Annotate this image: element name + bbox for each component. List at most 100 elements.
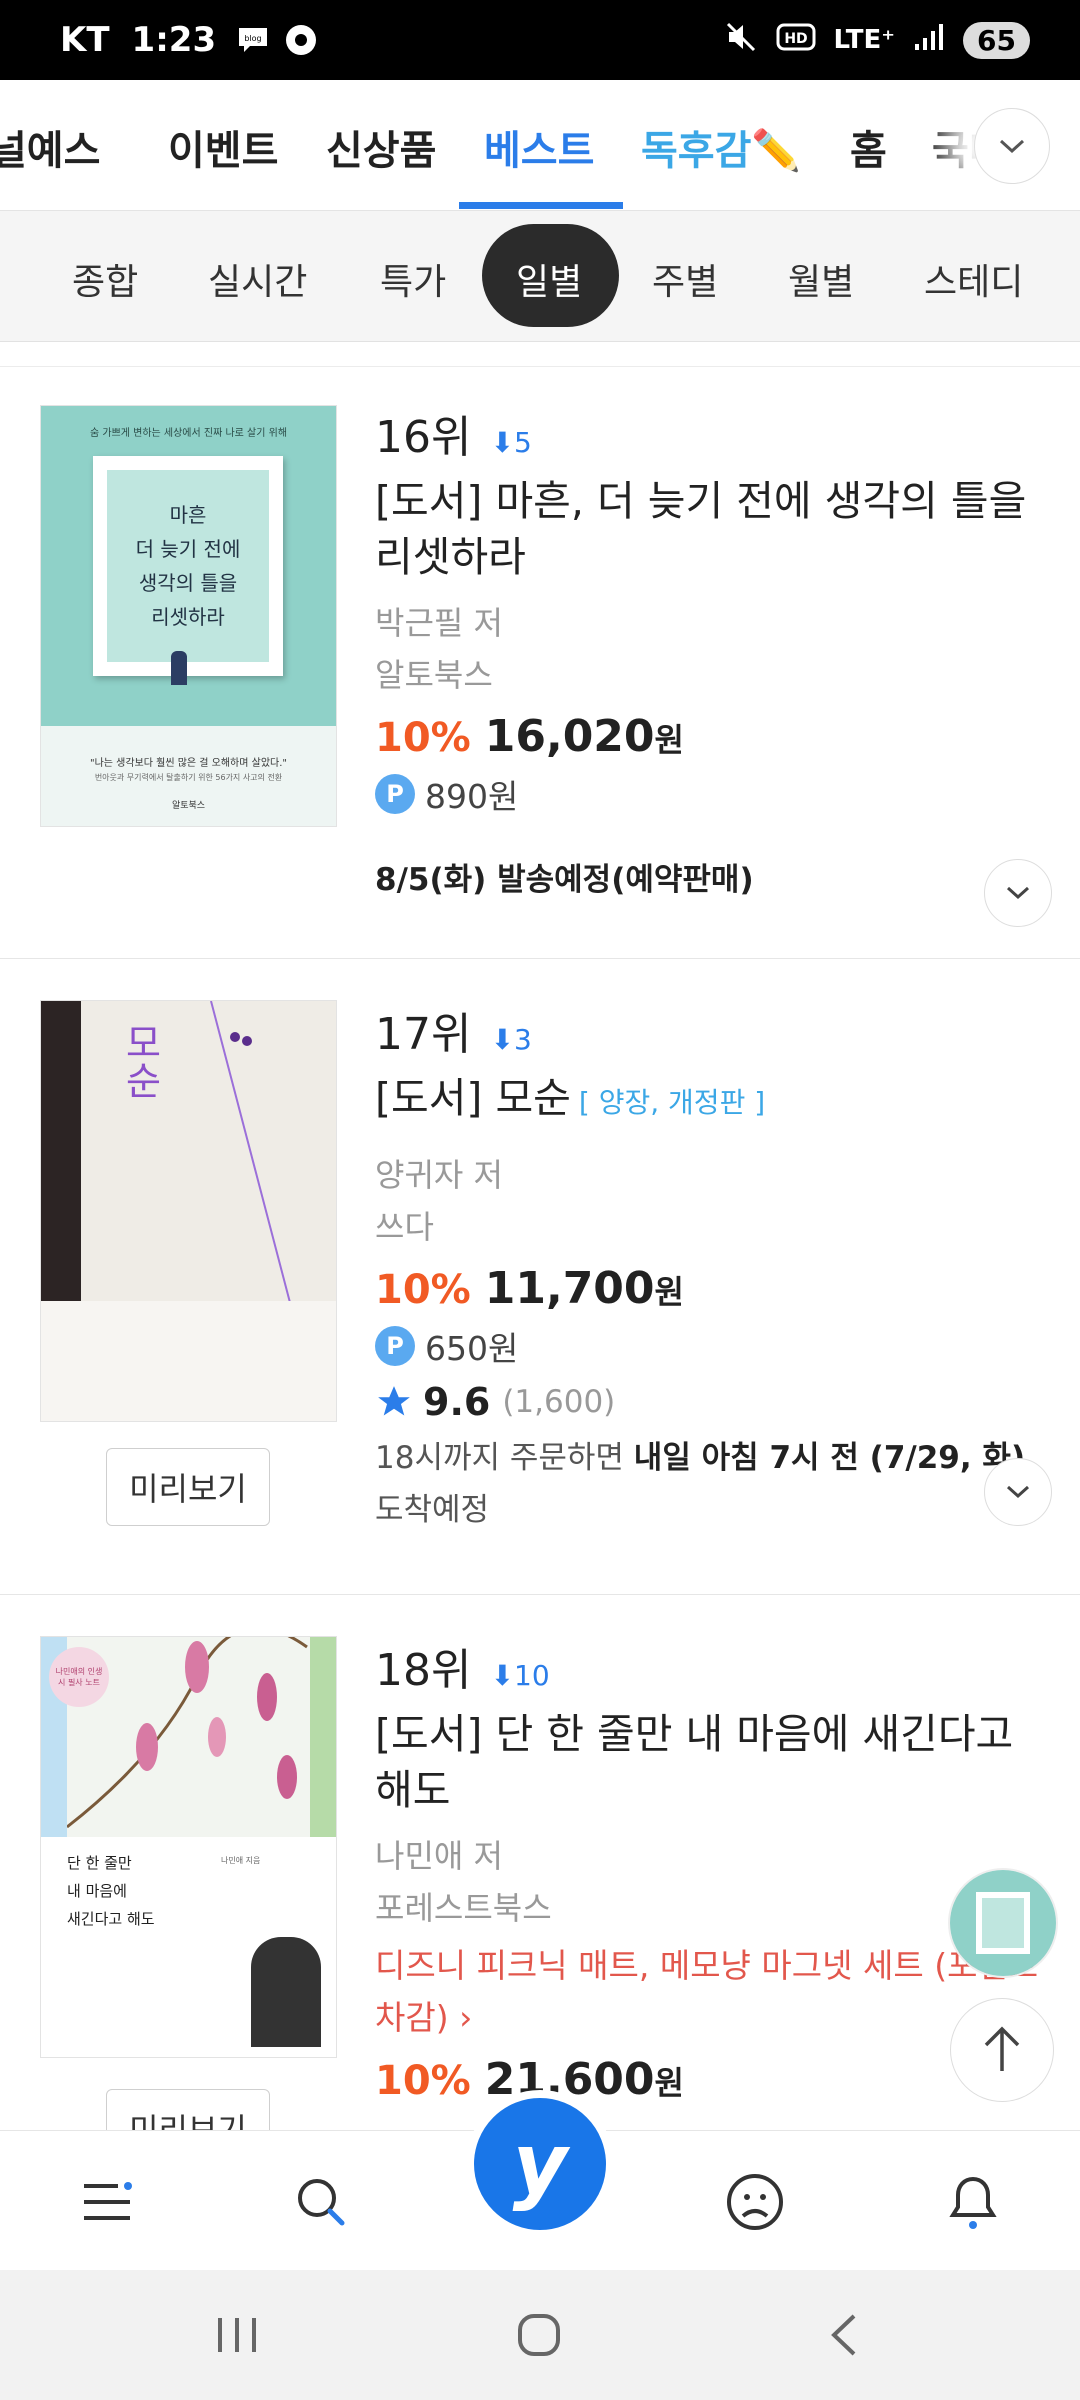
book-author[interactable]: 박근필 저 xyxy=(375,597,1040,649)
subtab-overall[interactable]: 종합 xyxy=(72,253,138,305)
cover-subtitle: 번아웃과 무기력에서 탈출하기 위한 56가지 사고의 전환 xyxy=(94,773,283,782)
bell-icon xyxy=(949,2176,997,2229)
menu-button[interactable] xyxy=(72,2167,142,2237)
book-title[interactable]: [도서] 단 한 줄만 내 마음에 새긴다고 해도 xyxy=(375,1706,1040,1818)
cover-title: 모순 xyxy=(118,1023,162,1099)
delivery-info: 18시까지 주문하면 내일 아침 7시 전 (7/29, 화) 도착예정 xyxy=(375,1440,1026,1528)
subtab-monthly[interactable]: 월별 xyxy=(788,253,854,305)
price-row: 10% 21,600 원 xyxy=(375,2054,1040,2105)
rank-label: 18위 xyxy=(375,1645,472,1696)
subtab-steady[interactable]: 스테디 xyxy=(924,253,1023,305)
tab-home[interactable]: 홈 xyxy=(850,118,887,176)
book-publisher[interactable]: 포레스트북스 xyxy=(375,1882,1040,1934)
cover-badge: 나민애의 인생 시 필사 노트 xyxy=(49,1647,109,1707)
back-button[interactable] xyxy=(820,2310,870,2364)
book-publisher[interactable]: 알토북스 xyxy=(375,649,1040,701)
points-row: P 890원 xyxy=(375,770,1040,818)
hd-icon: HD xyxy=(776,22,816,59)
promotion-link[interactable]: 디즈니 피크닉 매트, 메모냥 마그넷 세트 (포인트 차감) › xyxy=(375,1940,1040,2044)
recent-apps-icon xyxy=(218,2318,256,2352)
rank-row: 18위 ⬇10 xyxy=(375,1634,1040,1698)
book-publisher[interactable]: 쓰다 xyxy=(375,1201,1040,1253)
recent-view-thumbnail[interactable] xyxy=(948,1868,1058,1978)
cover-figure xyxy=(171,651,187,685)
rank-change-value: 10 xyxy=(514,1659,550,1692)
chevron-down-icon xyxy=(999,139,1025,154)
expand-details-button[interactable] xyxy=(984,859,1052,927)
cover-title-line: 생각의 틀을 xyxy=(138,571,238,595)
book-list-item[interactable]: 나민애의 인생 시 필사 노트 단 한 줄만 내 마음에 새긴다고 해도 나민애… xyxy=(0,1594,1080,2167)
subtab-realtime[interactable]: 실시간 xyxy=(208,253,307,305)
currency-unit: 원 xyxy=(654,2064,684,2102)
chevron-down-icon xyxy=(1006,1485,1030,1499)
discount-rate: 10% xyxy=(375,1267,471,1313)
currency-unit: 원 xyxy=(654,721,684,759)
arrow-down-icon: ⬇ xyxy=(490,1659,515,1692)
tab-new-products[interactable]: 신상품 xyxy=(326,118,436,176)
category-nav: 널예스 이벤트 신상품 베스트 독후감✏️ 홈 국내 xyxy=(0,80,1080,211)
book-author[interactable]: 나민애 저 xyxy=(375,1830,1040,1882)
chevron-down-icon xyxy=(1006,886,1030,900)
cover-author: 나민애 지음 xyxy=(221,1856,261,1865)
ranking-period-tabs: 종합 실시간 특가 일별 주별 월별 스테디 xyxy=(0,211,1080,342)
active-tab-indicator xyxy=(459,202,623,209)
star-icon xyxy=(378,1386,410,1416)
cover-tagline: 숨 가쁘게 변하는 세상에서 진짜 나로 살기 위해 xyxy=(89,428,288,439)
home-circle-icon xyxy=(518,2314,560,2356)
yes24-home-button[interactable]: y xyxy=(466,2090,614,2238)
book-author[interactable]: 양귀자 저 xyxy=(375,1149,1040,1201)
status-bar: KT 1:23 blog HD LTE⁺ 65 xyxy=(0,0,1080,80)
sale-price: 11,700 xyxy=(484,1263,655,1314)
cover-title-line: 마흔 xyxy=(169,503,207,527)
sale-price: 16,020 xyxy=(484,711,655,762)
tab-best[interactable]: 베스트 xyxy=(484,118,594,176)
arrow-up-icon xyxy=(984,2026,1020,2071)
points-row: P 650원 xyxy=(375,1322,1040,1370)
rating-score: 9.6 xyxy=(423,1380,491,1424)
rank-change: ⬇10 xyxy=(491,1659,550,1692)
preview-button[interactable]: 미리보기 xyxy=(106,1448,270,1526)
svg-text:HD: HD xyxy=(784,31,807,47)
mute-icon xyxy=(724,20,758,61)
book-title[interactable]: [도서] 모순[ 양장, 개정판 ] xyxy=(375,1070,1040,1131)
price-row: 10% 16,020 원 xyxy=(375,711,1040,762)
battery-indicator: 65 xyxy=(963,21,1030,59)
cover-portrait xyxy=(251,1937,321,2047)
rank-change: ⬇5 xyxy=(491,426,532,459)
book-cover[interactable]: 모순 xyxy=(40,1000,337,1422)
points-value: 650원 xyxy=(425,1329,519,1368)
notifications-button[interactable] xyxy=(938,2167,1008,2237)
tab-book-review[interactable]: 독후감✏️ xyxy=(641,118,801,176)
search-button[interactable] xyxy=(286,2167,356,2237)
book-title[interactable]: [도서] 마흔, 더 늦기 전에 생각의 틀을 리셋하라 xyxy=(375,473,1040,585)
book-cover[interactable]: 나민애의 인생 시 필사 노트 단 한 줄만 내 마음에 새긴다고 해도 나민애… xyxy=(40,1636,337,2058)
subtab-weekly[interactable]: 주별 xyxy=(652,253,718,305)
recent-apps-button[interactable] xyxy=(212,2310,262,2364)
book-list-item[interactable]: 숨 가쁘게 변하는 세상에서 진짜 나로 살기 위해 마흔 더 늦기 전에 생각… xyxy=(0,367,1080,959)
menu-icon xyxy=(84,2182,132,2220)
scroll-to-top-button[interactable] xyxy=(950,1998,1054,2102)
rank-row: 16위 ⬇5 xyxy=(375,401,1040,465)
expand-details-button[interactable] xyxy=(984,1458,1052,1526)
book-info: 16위 ⬇5 [도서] 마흔, 더 늦기 전에 생각의 틀을 리셋하라 박근필 … xyxy=(375,401,1040,899)
search-icon xyxy=(298,2179,345,2226)
arrow-down-icon: ⬇ xyxy=(490,426,515,459)
subtab-special-price[interactable]: 특가 xyxy=(380,253,446,305)
my-page-button[interactable] xyxy=(720,2167,790,2237)
tab-event[interactable]: 이벤트 xyxy=(168,118,278,176)
book-title-text: [도서] 모순 xyxy=(375,1074,571,1122)
currency-unit: 원 xyxy=(654,1273,684,1311)
rating-row: 9.6 (1,600) xyxy=(375,1380,1040,1424)
home-system-button[interactable] xyxy=(514,2310,564,2364)
book-list-item[interactable]: 모순 17위 ⬇3 [도서] 모순[ 양장, 개정판 ] 양귀자 저 쓰다 10… xyxy=(0,958,1080,1595)
cover-title-line: 리셋하라 xyxy=(151,605,225,629)
rank-row: 17위 ⬇3 xyxy=(375,998,1040,1062)
tab-channel-yes[interactable]: 널예스 xyxy=(0,118,100,176)
rank-label: 16위 xyxy=(375,412,472,463)
book-cover[interactable]: 숨 가쁘게 변하는 세상에서 진짜 나로 살기 위해 마흔 더 늦기 전에 생각… xyxy=(40,405,337,827)
subtab-daily[interactable]: 일별 xyxy=(516,253,582,305)
blog-notification-icon: blog xyxy=(236,25,270,55)
expand-menu-button[interactable] xyxy=(974,108,1050,184)
cover-title: 단 한 줄만 내 마음에 새긴다고 해도 xyxy=(67,1854,155,1928)
network-label: LTE⁺ xyxy=(833,25,896,55)
